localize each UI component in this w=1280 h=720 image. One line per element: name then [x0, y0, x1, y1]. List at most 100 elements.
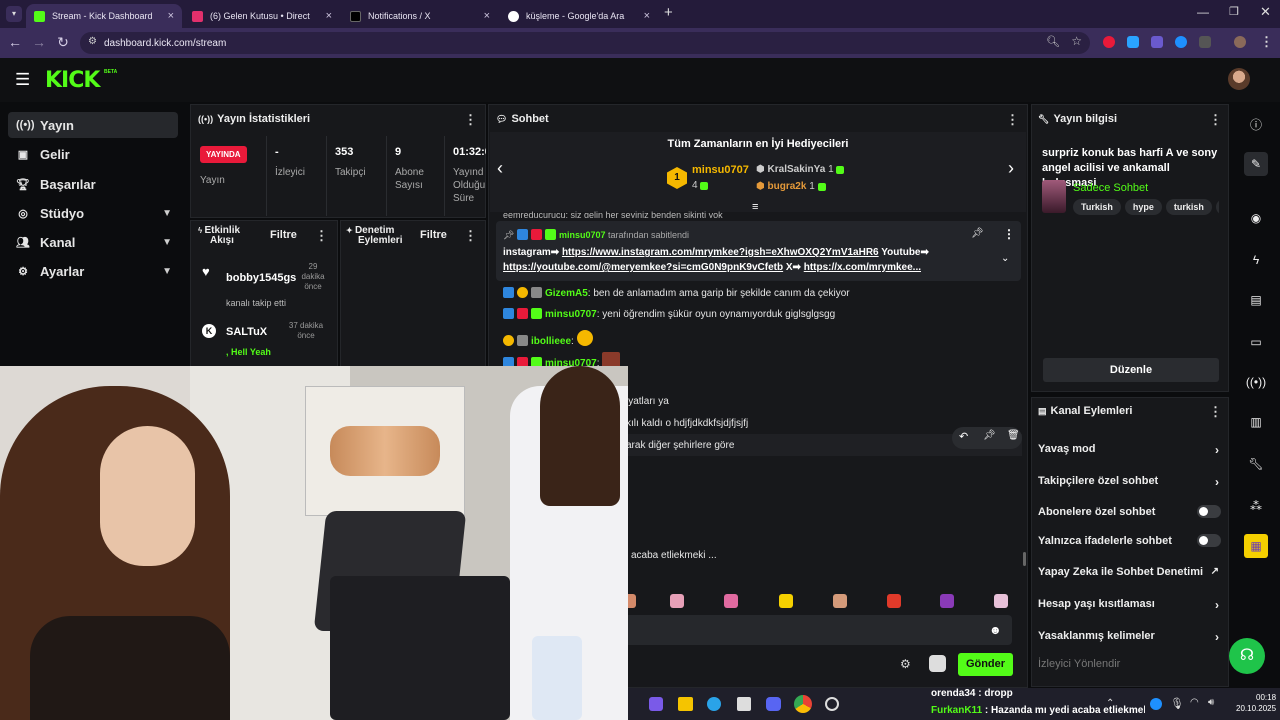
forward-icon[interactable]: →: [30, 34, 48, 50]
store-icon[interactable]: [737, 697, 751, 711]
action-slow-mode[interactable]: Yavaş mod ›: [1038, 443, 1223, 457]
channel-actions-menu-icon[interactable]: ⋮: [1209, 404, 1222, 420]
gifter-name[interactable]: KralSakinYa: [768, 164, 826, 175]
unpin-icon[interactable]: 📌︎: [971, 228, 984, 239]
prev-arrow-icon[interactable]: ‹: [497, 158, 503, 179]
obs-icon[interactable]: [825, 697, 839, 711]
tab-search-icon[interactable]: ▾: [6, 6, 22, 22]
copilot-icon[interactable]: [649, 697, 663, 711]
edge-icon[interactable]: [707, 697, 721, 711]
emotes-only-toggle[interactable]: [1197, 534, 1221, 547]
tab-kick-dashboard[interactable]: Stream - Kick Dashboard ×: [26, 4, 182, 28]
gifter-name[interactable]: minsu0707: [692, 164, 749, 176]
chrome-icon[interactable]: [794, 695, 812, 713]
discord-icon[interactable]: [766, 697, 781, 711]
back-icon[interactable]: ←: [6, 34, 24, 50]
chat-rail-icon[interactable]: ▭: [1244, 330, 1268, 354]
kick-logo[interactable]: KICK: [45, 68, 100, 93]
minimize-icon[interactable]: —: [1197, 5, 1209, 19]
extension-audio-icon[interactable]: [1151, 36, 1163, 48]
new-tab-icon[interactable]: +: [664, 4, 673, 21]
browser-menu-icon[interactable]: ⋮: [1260, 34, 1273, 50]
camera-icon[interactable]: ◉: [1244, 206, 1268, 230]
chat-scrollbar[interactable]: [1023, 552, 1026, 566]
support-chat-icon[interactable]: ☊: [1229, 638, 1265, 674]
sidebar-item-ayarlar[interactable]: ⚙ Ayarlar ▼: [8, 258, 178, 284]
action-ai-moderation[interactable]: Yapay Zeka ile Sohbet Denetimi ↗: [1038, 566, 1223, 578]
bookmark-star-icon[interactable]: ☆: [1071, 34, 1082, 48]
send-button[interactable]: Gönder: [958, 653, 1013, 676]
user-avatar[interactable]: [1228, 68, 1250, 90]
edit-button[interactable]: Düzenle: [1043, 358, 1219, 382]
tab-instagram[interactable]: (6) Gelen Kutusu • Direct ×: [184, 4, 340, 28]
chat-username[interactable]: minsu0707: [545, 309, 597, 320]
extension-blue-icon[interactable]: [1175, 36, 1187, 48]
action-banned-words[interactable]: Yasaklanmış kelimeler ›: [1038, 630, 1223, 644]
pencil-icon[interactable]: ✎: [1244, 152, 1268, 176]
category-link[interactable]: Sadece Sohbet: [1073, 182, 1148, 194]
stats-menu-icon[interactable]: ⋮: [464, 112, 477, 128]
activity-user[interactable]: SALTuX: [226, 326, 267, 338]
sidebar-item-yayin[interactable]: ((•)) Yayın: [8, 112, 178, 138]
restore-icon[interactable]: ❐: [1229, 5, 1239, 18]
file-explorer-icon[interactable]: [678, 697, 693, 711]
subscribers-only-toggle[interactable]: [1197, 505, 1221, 518]
chat-username[interactable]: GizemA5: [545, 288, 588, 299]
clapper-icon[interactable]: ▦: [1244, 534, 1268, 558]
emote-icon[interactable]: [779, 594, 793, 608]
clock[interactable]: 00:18 20.10.2025: [1236, 692, 1276, 714]
site-info-icon[interactable]: ⚙: [88, 36, 97, 47]
stream-info-menu-icon[interactable]: ⋮: [1209, 112, 1222, 128]
chat-settings-gear-icon[interactable]: ⚙: [900, 657, 911, 671]
tag[interactable]: fo: [1215, 199, 1219, 215]
emote-icon[interactable]: [724, 594, 738, 608]
pinned-link[interactable]: https://x.com/mrymkee...: [804, 262, 921, 273]
moderation-menu-icon[interactable]: ⋮: [464, 228, 477, 244]
activity-menu-icon[interactable]: ⋮: [315, 228, 328, 244]
gifter-name[interactable]: bugra2k: [768, 181, 807, 192]
emote-icon[interactable]: [670, 594, 684, 608]
reply-icon[interactable]: ↶: [959, 430, 968, 443]
pinned-menu-icon[interactable]: ⋮: [1003, 227, 1015, 241]
volume-icon[interactable]: 🔊︎: [1208, 697, 1214, 708]
url-field[interactable]: ⚙ dashboard.kick.com/stream 🔍︎ ☆: [80, 32, 1090, 54]
microphone-icon[interactable]: 🎙︎: [1170, 697, 1184, 710]
info-icon[interactable]: ⓘ: [1244, 112, 1268, 136]
reload-icon[interactable]: ↻: [54, 34, 72, 51]
tag[interactable]: turkish: [1165, 199, 1212, 215]
emoji-icon[interactable]: ☻: [989, 623, 1002, 637]
action-followers-only[interactable]: Takipçilere özel sohbet ›: [1038, 475, 1223, 489]
pin-message-icon[interactable]: 📌︎: [983, 430, 996, 441]
tray-app-icon[interactable]: [1150, 698, 1162, 710]
hamburger-menu-icon[interactable]: ☰: [15, 70, 30, 90]
sidebar-item-gelir[interactable]: ▣ Gelir: [8, 141, 178, 167]
emote-icon[interactable]: [940, 594, 954, 608]
close-tab-icon[interactable]: ×: [644, 10, 650, 22]
delete-icon[interactable]: 🗑︎: [1007, 430, 1020, 441]
chat-menu-icon[interactable]: ⋮: [1006, 112, 1019, 128]
emote-icon[interactable]: [887, 594, 901, 608]
tag[interactable]: hype: [1124, 199, 1162, 215]
sidebar-item-kanal[interactable]: 👥︎ Kanal ▼: [8, 229, 178, 255]
pinned-link[interactable]: https://youtube.com/@meryemkee?si=cmG0N9…: [503, 262, 783, 273]
broadcast-rail-icon[interactable]: ((•)): [1244, 370, 1268, 394]
server-icon[interactable]: ▥: [1244, 410, 1268, 434]
extension-red-icon[interactable]: [1103, 36, 1115, 48]
emote-icon[interactable]: [994, 594, 1008, 608]
activity-user[interactable]: bobby1545gs: [226, 272, 296, 284]
category-thumbnail[interactable]: [1042, 180, 1066, 213]
tab-google[interactable]: küşleme - Google'da Ara ×: [500, 4, 658, 28]
moderation-filter-button[interactable]: Filtre: [420, 229, 447, 241]
bolt-rail-icon[interactable]: ϟ: [1244, 248, 1268, 272]
profile-icon[interactable]: [1234, 36, 1246, 48]
extension-translate-icon[interactable]: [1127, 36, 1139, 48]
tag[interactable]: Turkish: [1073, 199, 1121, 215]
dots-icon[interactable]: ⁂: [1244, 494, 1268, 518]
close-tab-icon[interactable]: ×: [484, 10, 490, 22]
expand-chevron-icon[interactable]: ⌄: [1001, 253, 1009, 264]
pinned-link[interactable]: https://www.instagram.com/mrymkee?igsh=e…: [562, 247, 879, 258]
close-tab-icon[interactable]: ×: [326, 10, 332, 22]
chat-input[interactable]: [618, 615, 1012, 645]
extensions-puzzle-icon[interactable]: [1199, 36, 1211, 48]
activity-filter-button[interactable]: Filtre: [270, 229, 297, 241]
